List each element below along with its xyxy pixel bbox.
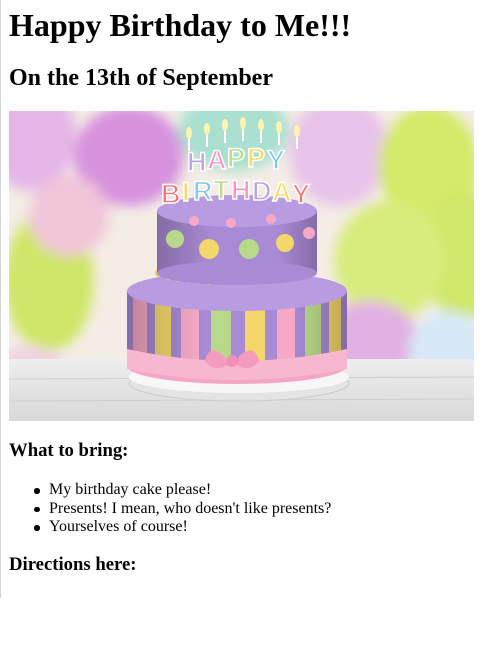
svg-text:R: R [193,176,213,206]
list-item: Presents! I mean, who doesn't like prese… [34,500,331,519]
list-item: My birthday cake please! [34,481,331,500]
birthday-cake-image: H A P P Y B I R T H D A Y [9,111,474,421]
svg-text:P: P [247,143,265,173]
svg-text:T: T [213,175,230,205]
svg-text:A: A [207,145,227,175]
list-item: Yourselves of course! [34,518,331,537]
svg-text:I: I [182,177,190,207]
event-date-heading: On the 13th of September [9,65,273,91]
directions-heading: Directions here: [9,554,137,575]
svg-text:H: H [187,147,207,177]
bring-list: My birthday cake please! Presents! I mea… [34,481,331,537]
svg-text:Y: Y [267,145,285,175]
what-to-bring-heading: What to bring: [9,440,129,461]
svg-text:P: P [227,143,245,173]
svg-text:A: A [272,177,292,207]
page-title: Happy Birthday to Me!!! [9,7,352,43]
svg-text:H: H [231,175,251,205]
svg-text:D: D [252,176,272,206]
svg-text:Y: Y [292,179,310,209]
page-left-border [0,0,1,598]
svg-text:B: B [161,179,181,209]
